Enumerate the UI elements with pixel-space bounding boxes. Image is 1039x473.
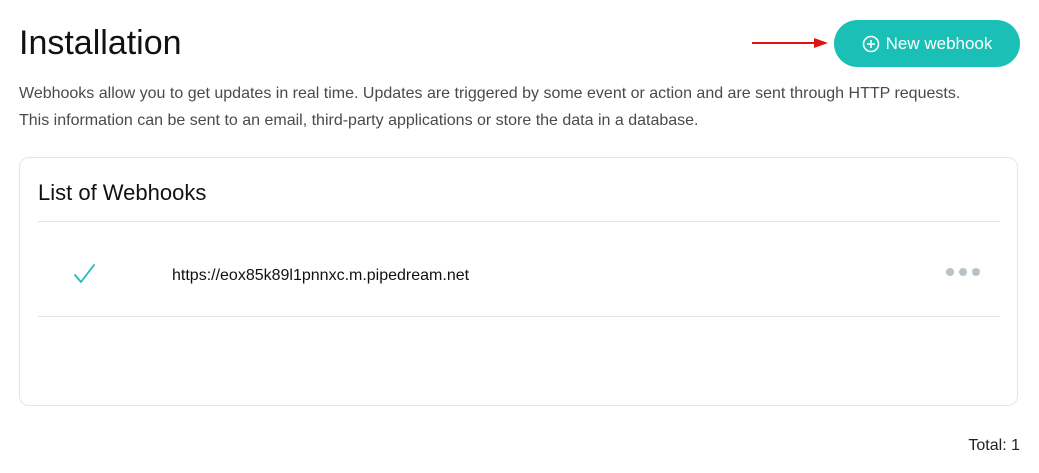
- description-line-2: This information can be sent to an email…: [19, 112, 699, 129]
- webhook-url: https://eox85k89l1pnnxc.m.pipedream.net: [172, 267, 470, 284]
- plus-circle-icon: [862, 35, 879, 52]
- divider: [38, 316, 1000, 317]
- check-icon: [74, 264, 95, 283]
- total-count: Total: 1: [968, 437, 1020, 454]
- description: Webhooks allow you to get updates in rea…: [19, 80, 1029, 134]
- webhook-row: https://eox85k89l1pnnxc.m.pipedream.net: [38, 222, 1000, 316]
- webhooks-list-title: List of Webhooks: [38, 180, 207, 205]
- page-title: Installation: [19, 24, 182, 62]
- description-line-1: Webhooks allow you to get updates in rea…: [19, 85, 961, 102]
- new-webhook-button[interactable]: New webhook: [834, 20, 1020, 67]
- new-webhook-label: New webhook: [885, 33, 993, 53]
- more-horizontal-icon[interactable]: [946, 266, 980, 278]
- webhooks-card: List of Webhooks https://eox85k89l1pnnxc…: [19, 157, 1018, 406]
- annotation-arrow-icon: [752, 38, 828, 48]
